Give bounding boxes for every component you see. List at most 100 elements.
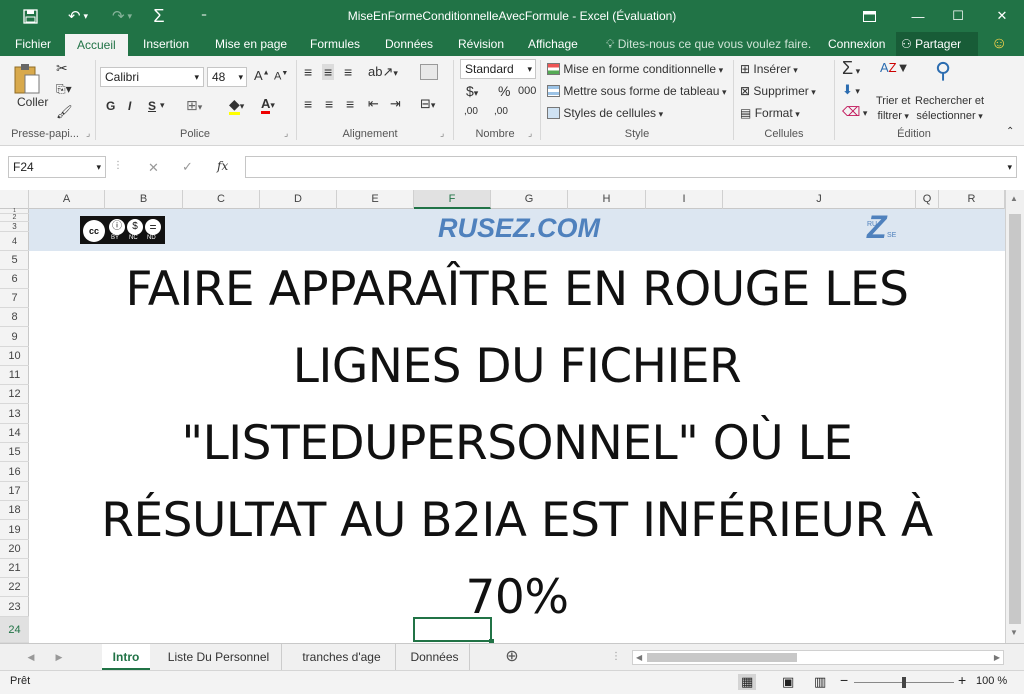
minimize-button[interactable]: — — [898, 0, 938, 32]
column-header[interactable]: R — [939, 190, 1005, 209]
zoom-slider-thumb[interactable] — [902, 677, 906, 688]
autosum-icon[interactable]: Σ — [146, 0, 172, 32]
clipboard-launcher-icon[interactable]: ⌟ — [86, 128, 90, 139]
percent-button[interactable]: % — [498, 83, 510, 99]
close-button[interactable]: ✕ — [982, 0, 1022, 32]
sheet-tab-tranches-d-age[interactable]: tranches d'age — [288, 644, 396, 670]
row-header[interactable]: 19 — [0, 520, 29, 540]
insert-cells-button[interactable]: ⊞ Insérer ▾ — [740, 62, 798, 76]
zoom-out-button[interactable]: − — [840, 672, 848, 688]
add-sheet-button[interactable]: ⊕ — [500, 644, 524, 670]
prev-sheet-icon[interactable]: ◀ — [24, 644, 38, 670]
chevron-down-icon[interactable]: ▾ — [160, 100, 165, 111]
row-header[interactable]: 9 — [0, 327, 29, 347]
decrease-decimal-button[interactable]: ,00 — [494, 106, 508, 117]
number-format-select[interactable]: Standard ▾ — [460, 59, 536, 79]
tab-revision[interactable]: Révision — [458, 32, 504, 56]
column-header[interactable]: I — [646, 190, 723, 209]
tab-mise-en-page[interactable]: Mise en page — [215, 32, 287, 56]
scroll-down-icon[interactable]: ▼ — [1010, 628, 1018, 637]
column-header[interactable]: J — [723, 190, 916, 209]
row-header[interactable]: 12 — [0, 385, 29, 404]
italic-button[interactable]: I — [128, 99, 131, 113]
maximize-button[interactable]: ☐ — [940, 0, 976, 32]
undo-icon[interactable]: ↶ ▾ — [58, 0, 98, 32]
delete-cells-button[interactable]: ⊠ Supprimer ▾ — [740, 84, 816, 98]
column-header[interactable]: G — [491, 190, 568, 209]
clear-icon[interactable]: ⌫ ▾ — [842, 104, 867, 120]
insert-function-icon[interactable]: fx — [217, 159, 228, 173]
ribbon-display-icon[interactable] — [856, 0, 882, 32]
scroll-up-icon[interactable]: ▲ — [1010, 194, 1018, 203]
share-button[interactable]: ⚇ Partager — [896, 32, 978, 56]
align-right-icon[interactable]: ≡ — [346, 96, 354, 112]
format-cells-button[interactable]: ▤ Format ▾ — [740, 106, 800, 120]
number-launcher-icon[interactable]: ⌟ — [528, 128, 532, 139]
shrink-font-button[interactable]: A▼ — [274, 70, 288, 83]
tab-fichier[interactable]: Fichier — [15, 32, 51, 56]
row-header[interactable]: 4 — [0, 232, 29, 251]
name-box[interactable]: F24 ▾ — [8, 156, 106, 178]
column-header[interactable]: E — [337, 190, 414, 209]
column-header[interactable]: A — [29, 190, 105, 209]
row-header[interactable]: 3 — [0, 222, 29, 232]
cancel-icon[interactable]: ✕ — [148, 160, 159, 176]
sort-filter-button[interactable]: Trier et filtrer ▾ — [876, 94, 910, 124]
font-color-icon[interactable]: A▾ — [261, 96, 275, 114]
scroll-left-icon[interactable]: ◀ — [636, 651, 642, 664]
smiley-feedback-icon[interactable]: ☺ — [991, 32, 1007, 56]
row-header[interactable]: 13 — [0, 404, 29, 424]
borders-icon[interactable]: ⊞▾ — [186, 97, 202, 114]
font-size-select[interactable]: 48 ▾ — [207, 67, 247, 87]
zoom-level[interactable]: 100 % — [976, 675, 1007, 687]
qat-customize-icon[interactable]: ⁼ — [194, 0, 214, 32]
align-bottom-icon[interactable]: ≡ — [344, 64, 352, 80]
scroll-thumb[interactable] — [1009, 214, 1021, 624]
scroll-right-icon[interactable]: ▶ — [994, 651, 1000, 664]
column-header[interactable]: H — [568, 190, 646, 209]
select-all-corner[interactable] — [0, 190, 29, 209]
format-as-table-button[interactable]: Mettre sous forme de tableau ▾ — [547, 84, 726, 98]
alignment-launcher-icon[interactable]: ⌟ — [440, 128, 444, 139]
grow-font-button[interactable]: A▲ — [254, 68, 270, 83]
redo-icon[interactable]: ↷ ▾ — [104, 0, 140, 32]
sheet-tab-intro[interactable]: Intro — [102, 644, 150, 670]
row-header[interactable]: 17 — [0, 482, 29, 501]
tab-split-handle[interactable]: ⋮ — [608, 644, 624, 670]
increase-indent-icon[interactable]: ⇥ — [390, 96, 401, 112]
row-header-selected[interactable]: 24 — [0, 617, 29, 643]
align-center-icon[interactable]: ≡ — [325, 96, 333, 112]
row-header[interactable]: 6 — [0, 270, 29, 289]
tab-accueil[interactable]: Accueil — [65, 34, 128, 56]
fill-icon[interactable]: ⬇ ▾ — [842, 82, 860, 98]
horizontal-scrollbar[interactable]: ◀ ▶ — [632, 650, 1004, 665]
tab-affichage[interactable]: Affichage — [528, 32, 578, 56]
search-icon[interactable]: ⚲ — [935, 58, 951, 84]
autosum-button[interactable]: Σ ▾ — [842, 58, 860, 79]
page-break-view-icon[interactable]: ▥ — [814, 674, 826, 690]
column-header-selected[interactable]: F — [414, 190, 491, 209]
signin-link[interactable]: Connexion — [828, 32, 885, 56]
formula-input[interactable]: ▾ — [245, 156, 1017, 178]
row-header[interactable]: 20 — [0, 540, 29, 559]
row-header[interactable]: 5 — [0, 251, 29, 270]
font-launcher-icon[interactable]: ⌟ — [284, 128, 288, 139]
row-header[interactable]: 22 — [0, 578, 29, 597]
orientation-icon[interactable]: ab↗▾ — [368, 64, 398, 80]
normal-view-icon[interactable]: ▦ — [738, 674, 757, 690]
copy-icon[interactable]: ⎘▾ — [56, 82, 72, 97]
column-header[interactable]: D — [260, 190, 337, 209]
save-icon[interactable] — [16, 0, 44, 32]
enter-icon[interactable]: ✓ — [182, 159, 193, 175]
row-header[interactable]: 2 — [0, 214, 29, 222]
format-painter-icon[interactable]: 🖌︎ — [56, 104, 73, 120]
cell-styles-button[interactable]: Styles de cellules ▾ — [547, 106, 663, 120]
font-name-select[interactable]: Calibri ▾ — [100, 67, 204, 87]
merge-center-icon[interactable]: ⊟▾ — [420, 96, 435, 112]
sheet-tab-donnees[interactable]: Données — [400, 644, 470, 670]
row-header[interactable]: 10 — [0, 347, 29, 366]
row-header[interactable]: 23 — [0, 597, 29, 617]
column-header[interactable]: B — [105, 190, 183, 209]
hscroll-thumb[interactable] — [647, 653, 797, 662]
column-header[interactable]: Q — [916, 190, 939, 209]
